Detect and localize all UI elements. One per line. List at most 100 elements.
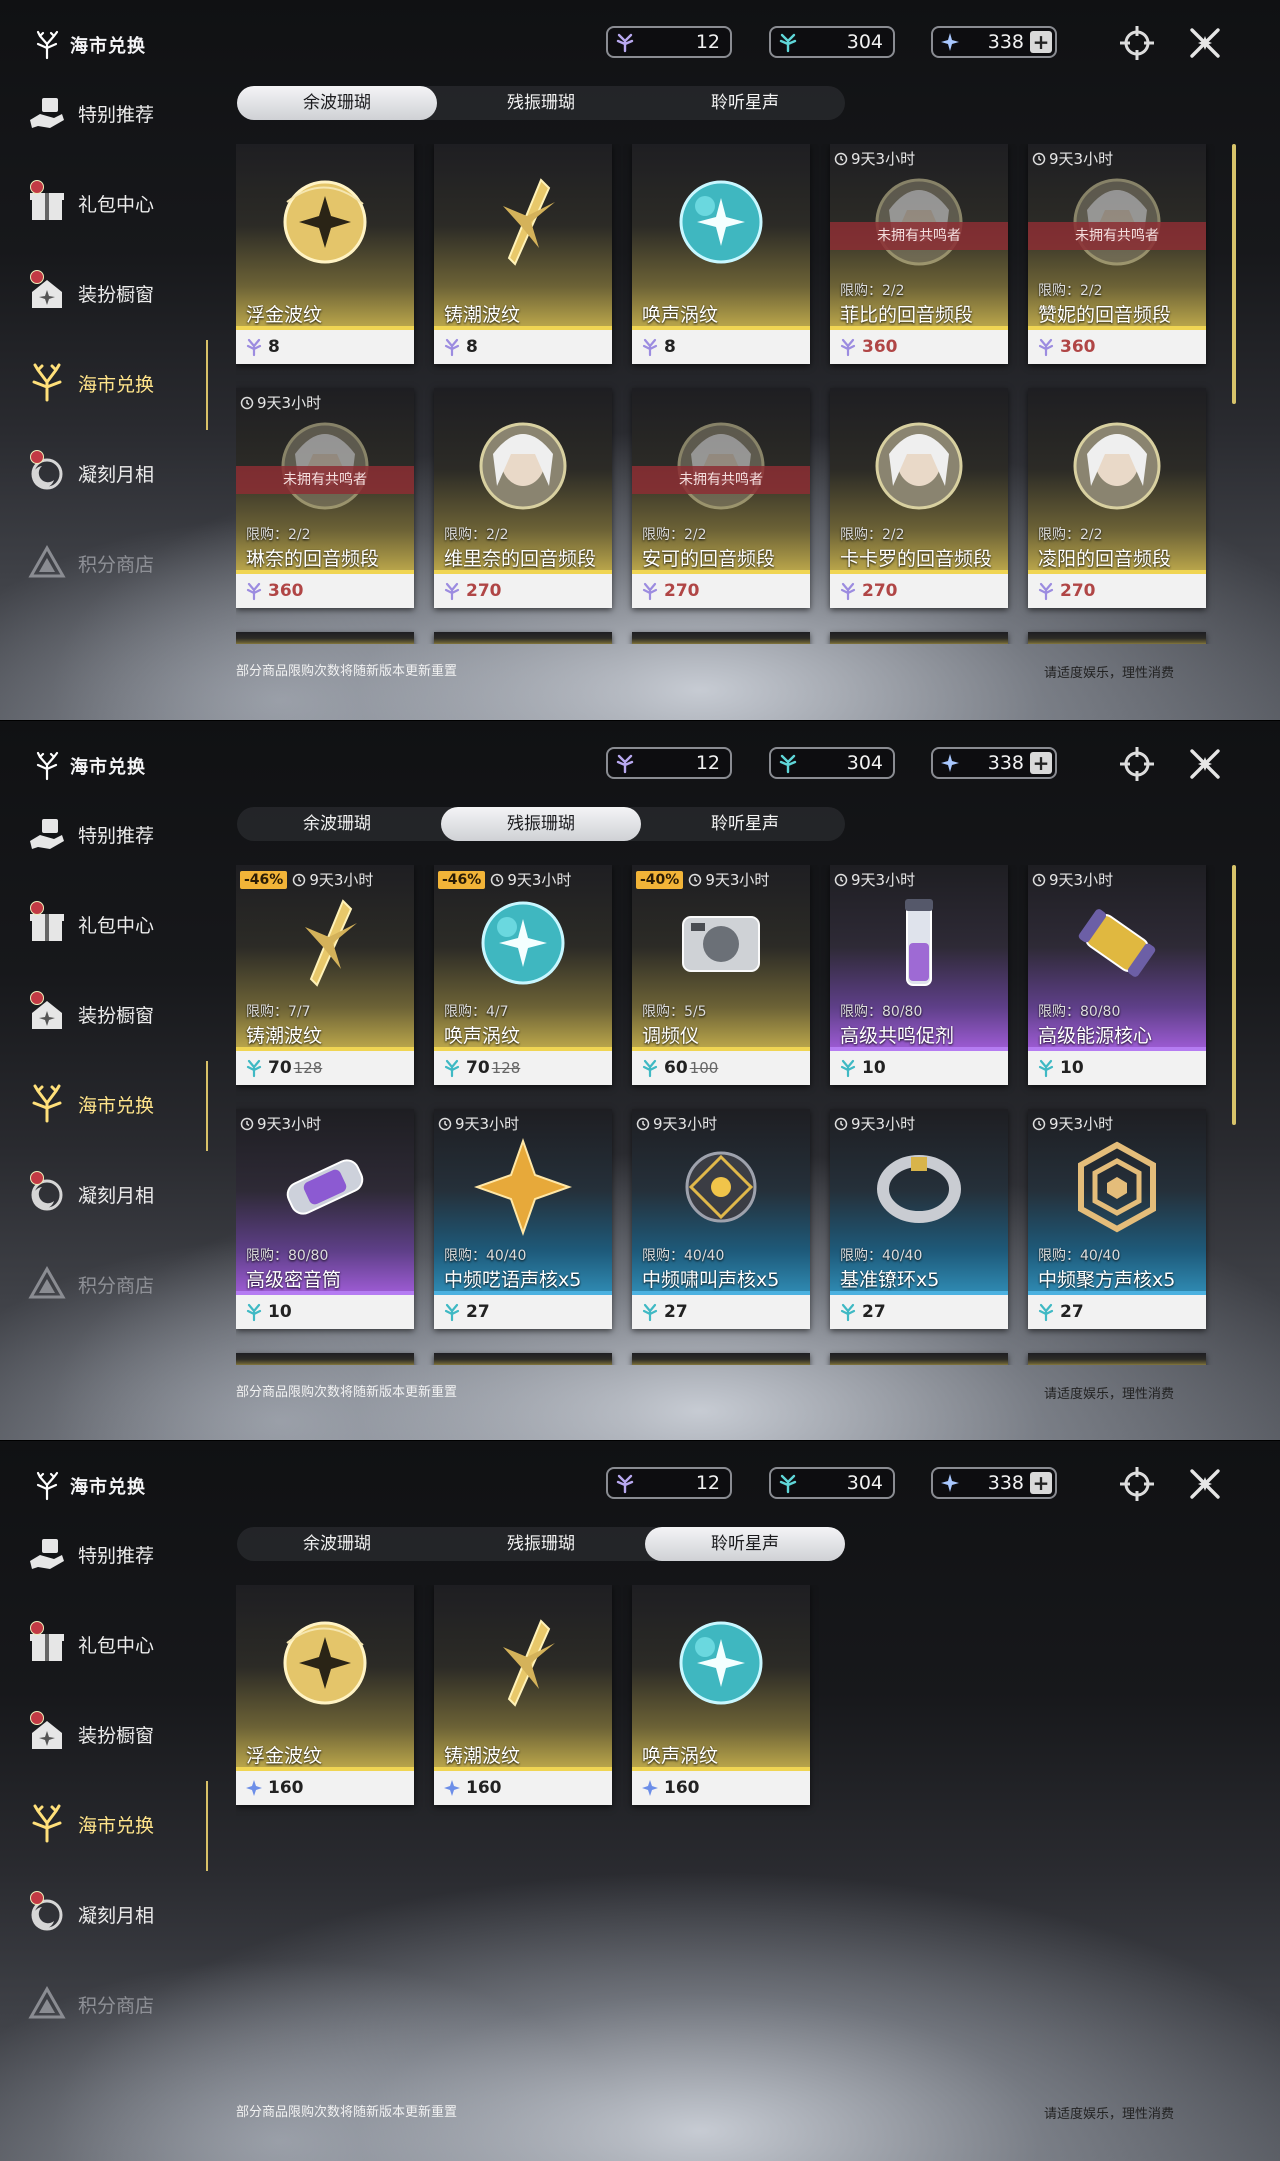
nav-item-lunar-phase[interactable]: 凝刻月相 — [26, 450, 154, 494]
shop-item-card-partial[interactable] — [1028, 1353, 1206, 1365]
shop-item-card-partial[interactable] — [632, 632, 810, 644]
shop-item-card[interactable]: 浮金波纹 8 — [236, 144, 414, 364]
add-currency-button[interactable]: + — [1030, 31, 1052, 53]
shop-item-card[interactable]: 未拥有共鸣者 限购：2/2 安可的回音频段 270 — [632, 388, 810, 608]
shop-item-card[interactable]: -46% 9天3小时 限购：7/7 铸潮波纹 70 128 — [236, 865, 414, 1085]
currency-star-sound[interactable]: 338 + — [931, 747, 1057, 779]
shop-item-card[interactable]: 9天3小时 限购：80/80 高级共鸣促剂 10 — [830, 865, 1008, 1085]
nav-item-outfit[interactable]: 装扮橱窗 — [26, 270, 154, 314]
nav-item-featured[interactable]: 特别推荐 — [26, 813, 154, 855]
shop-item-card[interactable]: 9天3小时 限购：80/80 高级能源核心 10 — [1028, 865, 1206, 1085]
add-currency-button[interactable]: + — [1030, 752, 1052, 774]
nav-label: 装扮橱窗 — [78, 1004, 155, 1027]
tab-listen-star-sound[interactable]: 聆听星声 — [645, 86, 845, 120]
shop-item-card[interactable]: 限购：2/2 维里奈的回音频段 270 — [434, 388, 612, 608]
shop-item-card[interactable]: 唤声涡纹 160 — [632, 1585, 810, 1805]
tab-afterglow-coral[interactable]: 余波珊瑚 — [237, 807, 437, 841]
nav-item-lunar-phase[interactable]: 凝刻月相 — [26, 1891, 154, 1935]
shop-item-card[interactable]: 9天3小时 未拥有共鸣者 限购：2/2 赞妮的回音频段 360 — [1028, 144, 1206, 364]
shop-item-card[interactable]: 铸潮波纹 8 — [434, 144, 612, 364]
price-bar: 360 — [236, 574, 414, 608]
price-value: 270 — [1060, 581, 1096, 601]
nav-item-sea-market-exchange[interactable]: 海市兑换 — [26, 1803, 154, 1845]
shop-item-card[interactable]: 限购：2/2 凌阳的回音频段 270 — [1028, 388, 1206, 608]
close-icon[interactable] — [1186, 1465, 1224, 1503]
card-header: 9天3小时 — [240, 392, 321, 413]
notification-badge — [30, 1711, 44, 1725]
shop-item-card[interactable]: 9天3小时 限购：80/80 高级密音筒 10 — [236, 1109, 414, 1329]
shop-item-card-partial[interactable] — [632, 1353, 810, 1365]
nav-item-gift-pack[interactable]: 礼包中心 — [26, 901, 154, 945]
tab-oscillated-coral[interactable]: 残振珊瑚 — [441, 807, 641, 841]
currency-star-sound[interactable]: 338 + — [931, 26, 1057, 58]
currency-star-sound[interactable]: 338 + — [931, 1467, 1057, 1499]
nav-item-gift-pack[interactable]: 礼包中心 — [26, 180, 154, 224]
shop-item-card-partial[interactable] — [236, 632, 414, 644]
crosshair-icon[interactable] — [1118, 745, 1156, 783]
purchase-limit: 限购：2/2 — [840, 527, 905, 543]
cylinder-icon — [286, 1159, 364, 1215]
nav-active-indicator — [206, 1061, 208, 1151]
crosshair-icon[interactable] — [1118, 24, 1156, 62]
nav-item-featured[interactable]: 特别推荐 — [26, 1533, 154, 1575]
shop-item-card[interactable]: 9天3小时 限购：40/40 基准镣环x5 27 — [830, 1109, 1008, 1329]
shop-item-card-partial[interactable] — [434, 1353, 612, 1365]
shop-item-card[interactable]: 铸潮波纹 160 — [434, 1585, 612, 1805]
shop-item-card-partial[interactable] — [434, 632, 612, 644]
currency-afterglow-coral[interactable]: 12 — [606, 26, 732, 58]
triangle-emblem-icon — [28, 544, 66, 578]
tab-afterglow-coral[interactable]: 余波珊瑚 — [237, 86, 437, 120]
item-name: 浮金波纹 — [246, 304, 323, 326]
nav-item-lunar-phase[interactable]: 凝刻月相 — [26, 1171, 154, 1215]
clock-icon — [834, 1117, 848, 1130]
nav-item-outfit[interactable]: 装扮橱窗 — [26, 991, 155, 1035]
tab-oscillated-coral[interactable]: 残振珊瑚 — [441, 86, 641, 120]
tab-oscillated-coral[interactable]: 残振珊瑚 — [441, 1527, 641, 1561]
tab-afterglow-coral[interactable]: 余波珊瑚 — [237, 1527, 437, 1561]
shop-item-card[interactable]: -46% 9天3小时 限购：4/7 唤声涡纹 70 128 — [434, 865, 612, 1085]
price-bar: 10 — [236, 1295, 414, 1329]
close-icon[interactable] — [1186, 24, 1224, 62]
close-icon[interactable] — [1186, 745, 1224, 783]
shop-item-card[interactable]: 9天3小时 限购：40/40 中频聚方声核x5 27 — [1028, 1109, 1206, 1329]
shop-item-card[interactable]: 浮金波纹 160 — [236, 1585, 414, 1805]
nav-item-outfit[interactable]: 装扮橱窗 — [26, 1711, 154, 1755]
add-currency-button[interactable]: + — [1030, 1472, 1052, 1494]
coral-purple-icon — [616, 33, 634, 53]
currency-oscillated-coral[interactable]: 304 — [769, 747, 895, 779]
scrollbar[interactable] — [1232, 865, 1236, 1125]
currency-afterglow-coral[interactable]: 12 — [606, 1467, 732, 1499]
shop-item-card[interactable]: 限购：2/2 卡卡罗的回音频段 270 — [830, 388, 1008, 608]
shop-item-card[interactable]: 唤声涡纹 8 — [632, 144, 810, 364]
card-header: 9天3小时 — [240, 1113, 321, 1134]
scrollbar[interactable] — [1232, 144, 1236, 404]
nav-label: 礼包中心 — [78, 1634, 155, 1657]
shop-item-card[interactable]: -40% 9天3小时 限购：5/5 调频仪 60 100 — [632, 865, 810, 1085]
nav-label: 积分商店 — [78, 553, 155, 576]
currency-afterglow-coral[interactable]: 12 — [606, 747, 732, 779]
shop-item-card[interactable]: 9天3小时 未拥有共鸣者 限购：2/2 菲比的回音频段 360 — [830, 144, 1008, 364]
shop-item-card-partial[interactable] — [830, 632, 1008, 644]
shop-item-card-partial[interactable] — [236, 1353, 414, 1365]
nav-item-gift-pack[interactable]: 礼包中心 — [26, 1621, 155, 1665]
shop-item-card[interactable]: 9天3小时 限购：40/40 中频呓语声核x5 27 — [434, 1109, 612, 1329]
nav-item-points-shop[interactable]: 积分商店 — [26, 1983, 154, 2025]
nav-item-points-shop[interactable]: 积分商店 — [26, 1263, 154, 1305]
price-bar: 160 — [434, 1771, 612, 1805]
nav-item-featured[interactable]: 特别推荐 — [26, 92, 154, 134]
nav-item-sea-market-exchange[interactable]: 海市兑换 — [26, 362, 154, 404]
crosshair-icon[interactable] — [1118, 1465, 1156, 1503]
portrait-icon — [1073, 422, 1161, 510]
tab-listen-star-sound[interactable]: 聆听星声 — [645, 807, 845, 841]
tab-listen-star-sound[interactable]: 聆听星声 — [645, 1527, 845, 1561]
shop-item-card[interactable]: 9天3小时 限购：40/40 中频啸叫声核x5 27 — [632, 1109, 810, 1329]
shop-item-card[interactable]: 9天3小时 未拥有共鸣者 限购：2/2 琳奈的回音频段 360 — [236, 388, 414, 608]
nav-item-points-shop[interactable]: 积分商店 — [26, 542, 154, 584]
purchase-limit: 限购：4/7 — [444, 1004, 509, 1020]
currency-oscillated-coral[interactable]: 304 — [769, 1467, 895, 1499]
nav-item-sea-market-exchange[interactable]: 海市兑换 — [26, 1083, 154, 1125]
shop-item-card-partial[interactable] — [1028, 632, 1206, 644]
currency-oscillated-coral[interactable]: 304 — [769, 26, 895, 58]
card-background — [632, 1353, 810, 1365]
shop-item-card-partial[interactable] — [830, 1353, 1008, 1365]
